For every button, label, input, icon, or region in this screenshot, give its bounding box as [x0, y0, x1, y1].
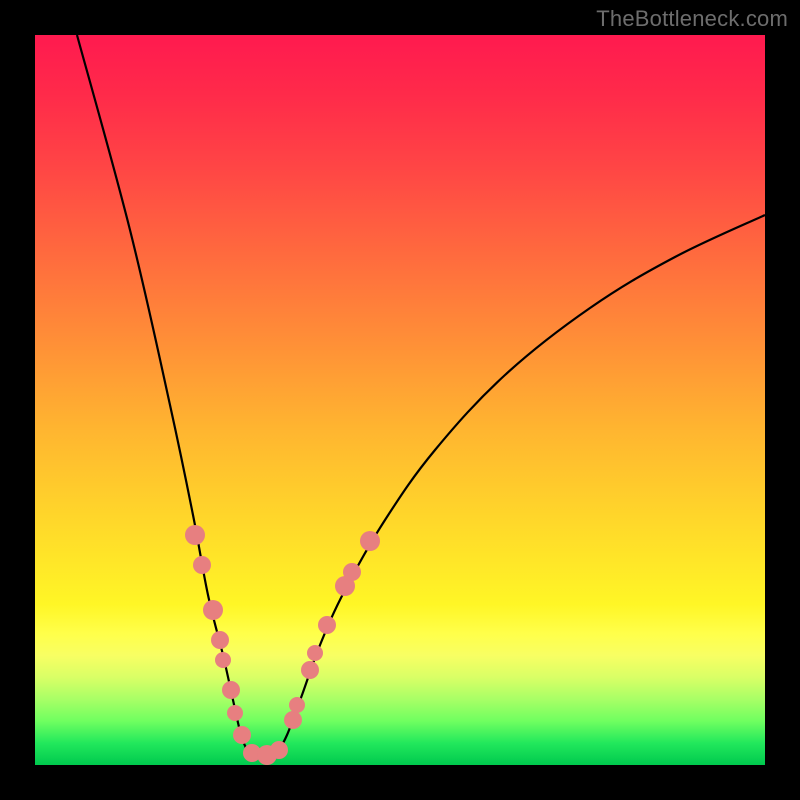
curve-right-branch: [275, 215, 765, 757]
curve-svg: [35, 35, 765, 765]
data-dot-6: [227, 705, 243, 721]
data-dot-10: [270, 741, 288, 759]
data-dot-0: [185, 525, 205, 545]
data-dot-11: [284, 711, 302, 729]
data-dot-3: [211, 631, 229, 649]
data-dot-12: [289, 697, 305, 713]
data-dot-14: [307, 645, 323, 661]
data-dots-group: [185, 525, 380, 765]
data-dot-18: [360, 531, 380, 551]
data-dot-17: [343, 563, 361, 581]
chart-frame: TheBottleneck.com: [0, 0, 800, 800]
data-dot-4: [215, 652, 231, 668]
plot-area: [35, 35, 765, 765]
curve-left-branch: [77, 35, 251, 757]
data-dot-1: [193, 556, 211, 574]
watermark-text: TheBottleneck.com: [596, 6, 788, 32]
data-dot-15: [318, 616, 336, 634]
data-dot-2: [203, 600, 223, 620]
data-dot-7: [233, 726, 251, 744]
data-dot-13: [301, 661, 319, 679]
data-dot-5: [222, 681, 240, 699]
